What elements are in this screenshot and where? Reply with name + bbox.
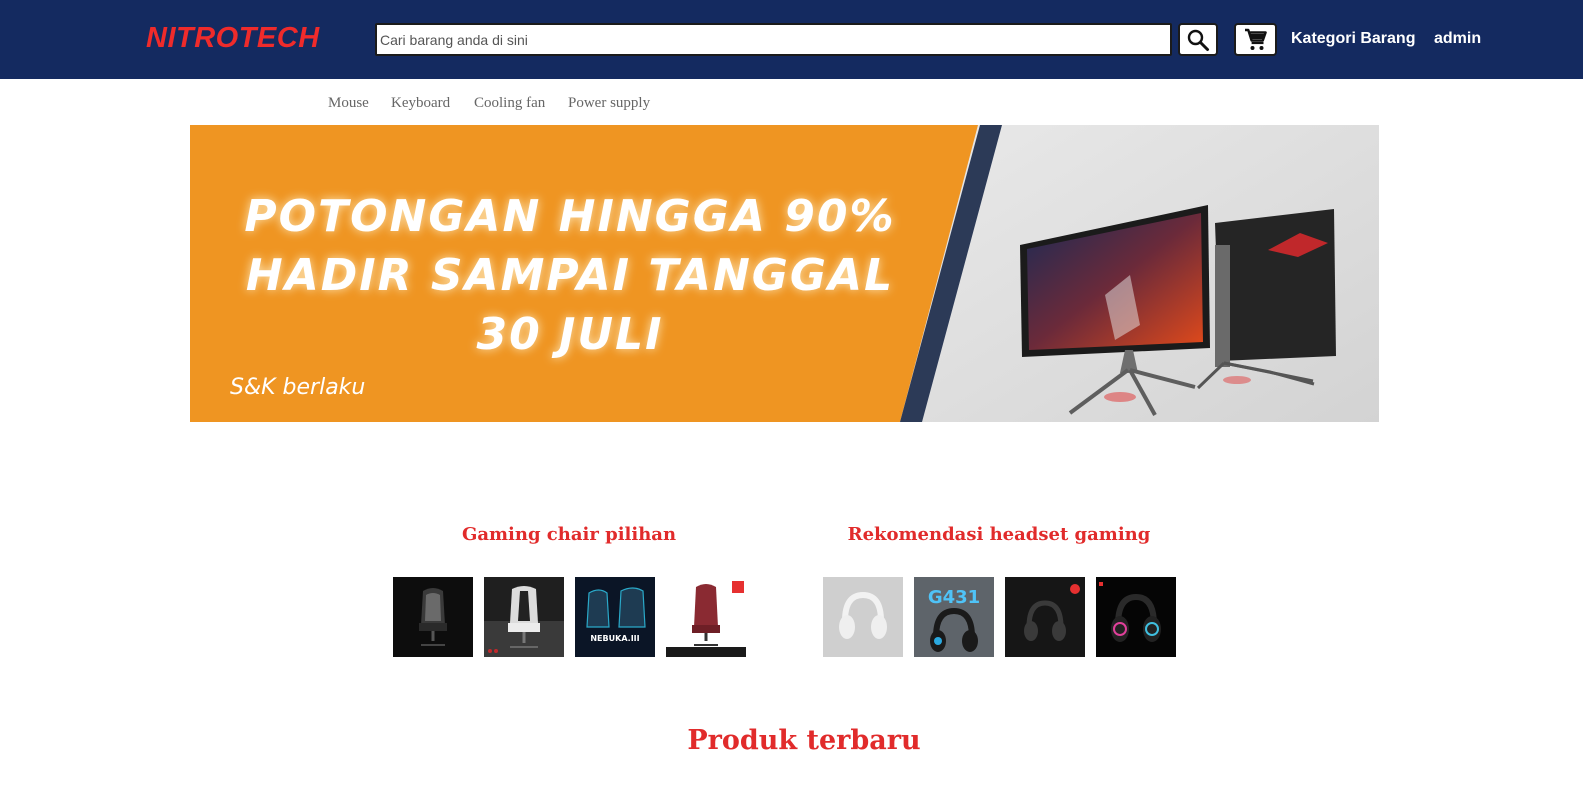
gaming-chair-image	[666, 577, 746, 657]
banner-line-2: hadir sampai tanggal	[245, 250, 895, 301]
svg-text:G431: G431	[928, 587, 980, 608]
headset-product-thumb-1[interactable]	[823, 577, 903, 657]
chair-product-thumb-3[interactable]: NEBUKA.III	[575, 577, 655, 657]
chair-product-thumb-2[interactable]	[484, 577, 564, 657]
headset-product-thumb-2[interactable]: G431	[914, 577, 994, 657]
site-logo[interactable]: NITROTECH	[146, 22, 320, 55]
gaming-chair-image: NEBUKA.III	[575, 577, 655, 657]
nav-kategori-barang[interactable]: Kategori Barang	[1291, 30, 1415, 48]
headset-section-title: Rekomendasi headset gaming	[847, 524, 1151, 545]
banner-line-3: 30 Juli	[476, 309, 664, 360]
search-input[interactable]	[375, 23, 1172, 56]
nav-admin[interactable]: admin	[1434, 30, 1481, 48]
headset-product-thumb-4[interactable]	[1096, 577, 1176, 657]
category-keyboard[interactable]: Keyboard	[391, 95, 450, 112]
banner-terms-note: S&K berlaku	[230, 375, 366, 400]
headset-image: G431	[914, 577, 994, 657]
chair-product-thumb-4[interactable]	[666, 577, 746, 657]
category-power-supply[interactable]: Power supply	[568, 95, 650, 112]
cart-icon	[1244, 28, 1267, 50]
headset-image	[1096, 577, 1176, 657]
banner-line-1: Potongan hingga 90%	[244, 191, 896, 242]
headset-product-thumb-3[interactable]	[1005, 577, 1085, 657]
gaming-chair-image	[484, 577, 564, 657]
headset-image	[823, 577, 903, 657]
search-icon	[1187, 29, 1209, 51]
latest-products-title: Produk terbaru	[687, 725, 921, 756]
chair-section-title: Gaming chair pilihan	[461, 524, 677, 545]
banner-headline: Potongan hingga 90% hadir sampai tanggal…	[190, 187, 950, 364]
svg-text:NEBUKA.III: NEBUKA.III	[590, 634, 639, 643]
chair-product-thumb-1[interactable]	[393, 577, 473, 657]
top-header: NITROTECH Kategori Barang admin	[0, 0, 1583, 79]
headset-image	[1005, 577, 1085, 657]
category-mouse[interactable]: Mouse	[328, 95, 369, 112]
promo-banner[interactable]: Potongan hingga 90% hadir sampai tanggal…	[190, 125, 1379, 422]
search-button[interactable]	[1178, 23, 1218, 56]
gaming-chair-image	[393, 577, 473, 657]
category-cooling-fan[interactable]: Cooling fan	[474, 95, 545, 112]
cart-button[interactable]	[1234, 23, 1277, 56]
